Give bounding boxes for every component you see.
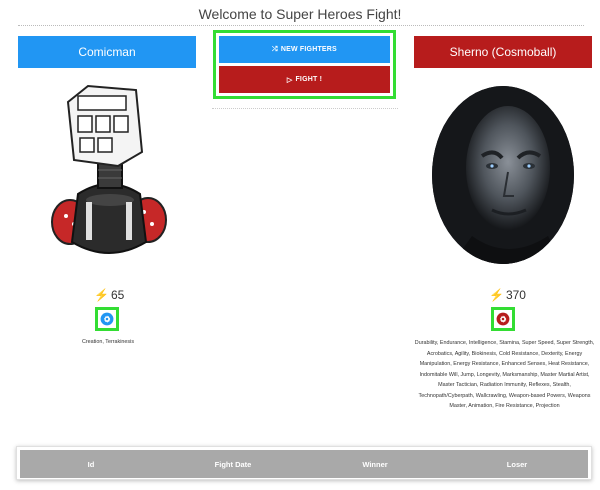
column-header-fight-date[interactable]: Fight Date bbox=[162, 450, 304, 478]
hero-name-header: Comicman bbox=[18, 36, 196, 68]
hero-level-value: 65 bbox=[110, 288, 125, 302]
shuffle-icon: ⤮ bbox=[272, 45, 278, 53]
hero-picture bbox=[44, 82, 174, 262]
actions-divider bbox=[212, 108, 398, 109]
villain-powers: Durability, Endurance, Intelligence, Sta… bbox=[414, 340, 595, 409]
lightning-icon: ⚡ bbox=[94, 288, 109, 302]
play-icon: ▷ bbox=[286, 76, 293, 84]
fight-button[interactable]: ▷ FIGHT ! bbox=[219, 66, 390, 93]
fights-table: Id Fight Date Winner Loser bbox=[16, 446, 592, 480]
new-fighters-button[interactable]: ⤮ NEW FIGHTERS bbox=[219, 36, 390, 63]
villain-level-value: 370 bbox=[505, 288, 526, 302]
villain-type-badge bbox=[491, 307, 515, 331]
villain-picture bbox=[432, 86, 574, 264]
hero-type-badge bbox=[95, 307, 119, 331]
lightning-icon: ⚡ bbox=[489, 288, 504, 302]
page-title: Welcome to Super Heroes Fight! bbox=[198, 6, 402, 22]
villain-name: Sherno (Cosmoball) bbox=[449, 45, 557, 59]
fight-actions: ⤮ NEW FIGHTERS ▷ FIGHT ! bbox=[213, 30, 396, 99]
column-header-winner[interactable]: Winner bbox=[304, 450, 446, 478]
gear-icon bbox=[100, 312, 114, 326]
gear-icon bbox=[496, 312, 510, 326]
villain-level: ⚡ 370 bbox=[489, 288, 526, 302]
title-divider bbox=[18, 25, 584, 26]
column-header-loser[interactable]: Loser bbox=[446, 450, 588, 478]
hero-powers: Creation, Terrakinesis bbox=[81, 339, 135, 345]
new-fighters-label: NEW FIGHTERS bbox=[280, 46, 337, 53]
hero-level: ⚡ 65 bbox=[94, 288, 124, 302]
column-header-id[interactable]: Id bbox=[20, 450, 162, 478]
fights-table-header: Id Fight Date Winner Loser bbox=[20, 450, 588, 478]
villain-name-header: Sherno (Cosmoball) bbox=[414, 36, 592, 68]
fight-label: FIGHT ! bbox=[295, 76, 323, 83]
hero-name: Comicman bbox=[78, 45, 136, 59]
